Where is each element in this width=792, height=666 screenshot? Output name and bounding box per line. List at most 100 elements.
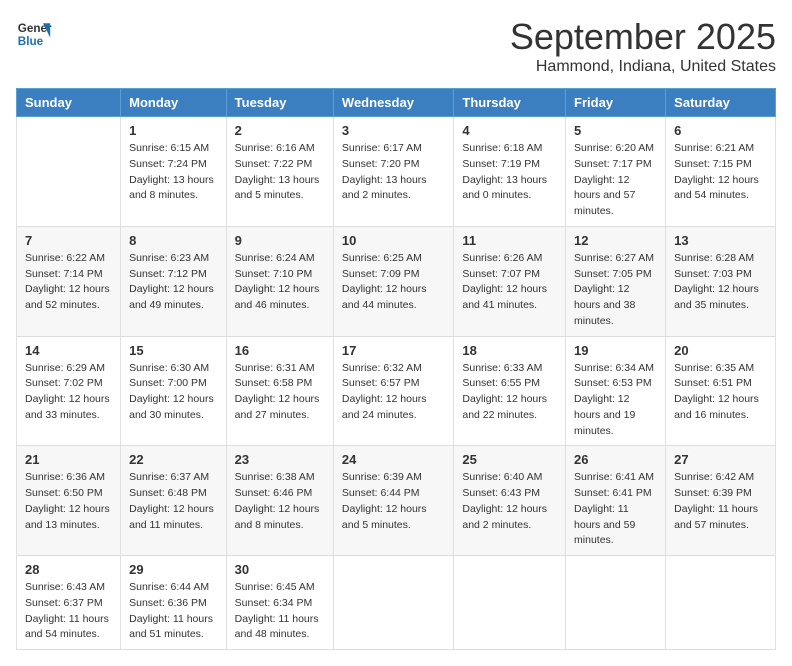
- header-friday: Friday: [566, 89, 666, 117]
- day-number: 30: [235, 562, 325, 577]
- calendar-cell: [566, 556, 666, 650]
- day-number: 27: [674, 452, 767, 467]
- calendar-cell: 8Sunrise: 6:23 AMSunset: 7:12 PMDaylight…: [121, 226, 227, 336]
- week-row-4: 28Sunrise: 6:43 AMSunset: 6:37 PMDayligh…: [17, 556, 776, 650]
- svg-text:Blue: Blue: [18, 35, 44, 48]
- day-info: Sunrise: 6:34 AMSunset: 6:53 PMDaylight:…: [574, 361, 657, 440]
- calendar-cell: 14Sunrise: 6:29 AMSunset: 7:02 PMDayligh…: [17, 336, 121, 446]
- day-info: Sunrise: 6:36 AMSunset: 6:50 PMDaylight:…: [25, 470, 112, 533]
- week-row-3: 21 Sunrise: 6:36 AMSunset: 6:50 PMDayligh…: [17, 446, 776, 556]
- day-number: 13: [674, 233, 767, 248]
- day-number: 11: [462, 233, 557, 248]
- calendar-cell: 5 Sunrise: 6:20 AMSunset: 7:17 PMDaylight…: [566, 117, 666, 227]
- day-info: Sunrise: 6:42 AMSunset: 6:39 PMDaylight:…: [674, 470, 767, 533]
- day-number: 21: [25, 452, 112, 467]
- calendar-cell: 1Sunrise: 6:15 AMSunset: 7:24 PMDaylight…: [121, 117, 227, 227]
- header-monday: Monday: [121, 89, 227, 117]
- day-info: Sunrise: 6:37 AMSunset: 6:48 PMDaylight:…: [129, 470, 218, 533]
- day-number: 10: [342, 233, 445, 248]
- day-info: Sunrise: 6:32 AMSunset: 6:57 PMDaylight:…: [342, 361, 445, 424]
- day-info: Sunrise: 6:15 AMSunset: 7:24 PMDaylight:…: [129, 141, 218, 204]
- calendar-header-row: SundayMondayTuesdayWednesdayThursdayFrid…: [17, 89, 776, 117]
- header-tuesday: Tuesday: [226, 89, 333, 117]
- calendar-cell: 29Sunrise: 6:44 AMSunset: 6:36 PMDayligh…: [121, 556, 227, 650]
- day-info: Sunrise: 6:41 AMSunset: 6:41 PMDaylight:…: [574, 470, 657, 549]
- day-number: 20: [674, 343, 767, 358]
- day-info: Sunrise: 6:20 AMSunset: 7:17 PMDaylight:…: [574, 141, 657, 220]
- day-number: 18: [462, 343, 557, 358]
- calendar-cell: 10 Sunrise: 6:25 AMSunset: 7:09 PMDayligh…: [333, 226, 453, 336]
- day-number: 2: [235, 123, 325, 138]
- day-info: Sunrise: 6:25 AMSunset: 7:09 PMDaylight:…: [342, 251, 445, 314]
- day-number: 9: [235, 233, 325, 248]
- calendar-cell: 13 Sunrise: 6:28 AMSunset: 7:03 PMDayligh…: [666, 226, 776, 336]
- week-row-2: 14Sunrise: 6:29 AMSunset: 7:02 PMDayligh…: [17, 336, 776, 446]
- day-number: 3: [342, 123, 445, 138]
- day-number: 16: [235, 343, 325, 358]
- calendar-cell: 12 Sunrise: 6:27 AMSunset: 7:05 PMDayligh…: [566, 226, 666, 336]
- calendar-cell: 9 Sunrise: 6:24 AMSunset: 7:10 PMDaylight…: [226, 226, 333, 336]
- day-number: 5: [574, 123, 657, 138]
- calendar-table: SundayMondayTuesdayWednesdayThursdayFrid…: [16, 88, 776, 650]
- calendar-cell: 24 Sunrise: 6:39 AMSunset: 6:44 PMDayligh…: [333, 446, 453, 556]
- day-number: 24: [342, 452, 445, 467]
- calendar-cell: [454, 556, 566, 650]
- day-info: Sunrise: 6:17 AMSunset: 7:20 PMDaylight:…: [342, 141, 445, 204]
- calendar-cell: [17, 117, 121, 227]
- day-info: Sunrise: 6:39 AMSunset: 6:44 PMDaylight:…: [342, 470, 445, 533]
- calendar-cell: 6 Sunrise: 6:21 AMSunset: 7:15 PMDaylight…: [666, 117, 776, 227]
- calendar-cell: 23Sunrise: 6:38 AMSunset: 6:46 PMDayligh…: [226, 446, 333, 556]
- day-info: Sunrise: 6:28 AMSunset: 7:03 PMDaylight:…: [674, 251, 767, 314]
- day-info: Sunrise: 6:22 AMSunset: 7:14 PMDaylight:…: [25, 251, 112, 314]
- logo: General Blue: [16, 16, 52, 52]
- day-number: 26: [574, 452, 657, 467]
- day-info: Sunrise: 6:35 AMSunset: 6:51 PMDaylight:…: [674, 361, 767, 424]
- day-info: Sunrise: 6:21 AMSunset: 7:15 PMDaylight:…: [674, 141, 767, 204]
- title-block: September 2025 Hammond, Indiana, United …: [510, 16, 776, 76]
- day-number: 17: [342, 343, 445, 358]
- day-number: 15: [129, 343, 218, 358]
- calendar-cell: 3 Sunrise: 6:17 AMSunset: 7:20 PMDaylight…: [333, 117, 453, 227]
- header-thursday: Thursday: [454, 89, 566, 117]
- calendar-cell: 16 Sunrise: 6:31 AMSunset: 6:58 PMDayligh…: [226, 336, 333, 446]
- header-sunday: Sunday: [17, 89, 121, 117]
- day-number: 12: [574, 233, 657, 248]
- calendar-cell: 28Sunrise: 6:43 AMSunset: 6:37 PMDayligh…: [17, 556, 121, 650]
- day-info: Sunrise: 6:29 AMSunset: 7:02 PMDaylight:…: [25, 361, 112, 424]
- week-row-1: 7 Sunrise: 6:22 AMSunset: 7:14 PMDaylight…: [17, 226, 776, 336]
- page-title: September 2025: [510, 16, 776, 58]
- day-info: Sunrise: 6:30 AMSunset: 7:00 PMDaylight:…: [129, 361, 218, 424]
- day-info: Sunrise: 6:23 AMSunset: 7:12 PMDaylight:…: [129, 251, 218, 314]
- calendar-cell: 26 Sunrise: 6:41 AMSunset: 6:41 PMDayligh…: [566, 446, 666, 556]
- day-number: 4: [462, 123, 557, 138]
- day-number: 25: [462, 452, 557, 467]
- calendar-cell: 4Sunrise: 6:18 AMSunset: 7:19 PMDaylight…: [454, 117, 566, 227]
- calendar-cell: 20 Sunrise: 6:35 AMSunset: 6:51 PMDayligh…: [666, 336, 776, 446]
- day-info: Sunrise: 6:27 AMSunset: 7:05 PMDaylight:…: [574, 251, 657, 330]
- day-info: Sunrise: 6:38 AMSunset: 6:46 PMDaylight:…: [235, 470, 325, 533]
- week-row-0: 1Sunrise: 6:15 AMSunset: 7:24 PMDaylight…: [17, 117, 776, 227]
- calendar-cell: 19 Sunrise: 6:34 AMSunset: 6:53 PMDayligh…: [566, 336, 666, 446]
- day-info: Sunrise: 6:31 AMSunset: 6:58 PMDaylight:…: [235, 361, 325, 424]
- day-info: Sunrise: 6:33 AMSunset: 6:55 PMDaylight:…: [462, 361, 557, 424]
- day-number: 19: [574, 343, 657, 358]
- day-info: Sunrise: 6:40 AMSunset: 6:43 PMDaylight:…: [462, 470, 557, 533]
- calendar-cell: 15 Sunrise: 6:30 AMSunset: 7:00 PMDayligh…: [121, 336, 227, 446]
- day-info: Sunrise: 6:24 AMSunset: 7:10 PMDaylight:…: [235, 251, 325, 314]
- calendar-cell: [333, 556, 453, 650]
- day-number: 6: [674, 123, 767, 138]
- calendar-cell: 18 Sunrise: 6:33 AMSunset: 6:55 PMDayligh…: [454, 336, 566, 446]
- calendar-cell: 2 Sunrise: 6:16 AMSunset: 7:22 PMDaylight…: [226, 117, 333, 227]
- calendar-cell: 11 Sunrise: 6:26 AMSunset: 7:07 PMDayligh…: [454, 226, 566, 336]
- calendar-cell: 17 Sunrise: 6:32 AMSunset: 6:57 PMDayligh…: [333, 336, 453, 446]
- day-info: Sunrise: 6:26 AMSunset: 7:07 PMDaylight:…: [462, 251, 557, 314]
- header-wednesday: Wednesday: [333, 89, 453, 117]
- logo-icon: General Blue: [16, 16, 52, 52]
- day-number: 7: [25, 233, 112, 248]
- calendar-cell: 21 Sunrise: 6:36 AMSunset: 6:50 PMDayligh…: [17, 446, 121, 556]
- calendar-cell: [666, 556, 776, 650]
- calendar-cell: 30Sunrise: 6:45 AMSunset: 6:34 PMDayligh…: [226, 556, 333, 650]
- day-info: Sunrise: 6:16 AMSunset: 7:22 PMDaylight:…: [235, 141, 325, 204]
- header-saturday: Saturday: [666, 89, 776, 117]
- day-number: 22: [129, 452, 218, 467]
